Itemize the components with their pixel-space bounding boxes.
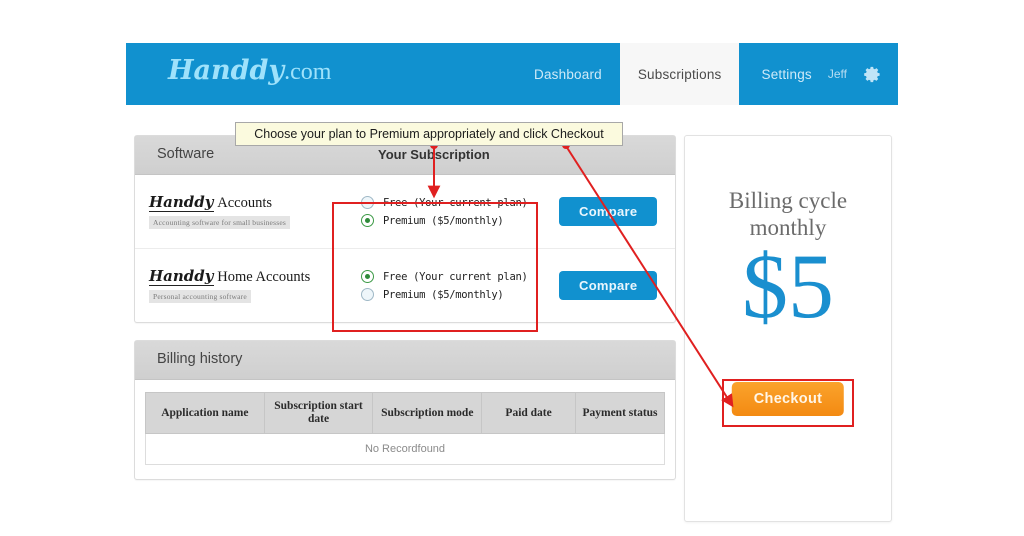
checkout-button[interactable]: Checkout [731, 382, 845, 416]
billing-price: $5 [742, 235, 834, 337]
page-content: Software Your Subscription Handdy Accoun… [126, 105, 898, 536]
nav-item-dashboard[interactable]: Dashboard [516, 43, 620, 105]
app-page: Handdy.com Dashboard Subscriptions Setti… [126, 43, 898, 536]
compare-button[interactable]: Compare [559, 197, 658, 226]
compare-action-cell: Compare [553, 271, 675, 300]
plan-option-free[interactable]: Free (Your current plan) [361, 196, 553, 209]
column-subscription-mode: Subscription mode [372, 391, 483, 435]
nav-right-group: Settings Jeff [739, 43, 898, 105]
software-logo-line: Handdy Accounts [149, 193, 345, 212]
billing-history-body: Application name Subscription start date… [135, 380, 675, 479]
billing-cycle-line1: Billing cycle [728, 188, 848, 213]
column-application-name: Application name [145, 391, 265, 435]
radio-free-icon[interactable] [361, 270, 374, 283]
plan-option-premium-label: Premium ($5/monthly) [383, 288, 504, 301]
plan-options-group: Free (Your current plan) Premium ($5/mon… [345, 265, 553, 306]
software-logo-name: Home Accounts [217, 269, 311, 285]
plan-options-group: Free (Your current plan) Premium ($5/mon… [345, 191, 553, 232]
software-logo-script: Handdy [149, 193, 214, 212]
plan-option-premium-label: Premium ($5/monthly) [383, 214, 504, 227]
empty-state-message: No Recordfound [145, 433, 665, 466]
billing-history-title: Billing history [157, 351, 243, 367]
software-logo-line: Handdy Home Accounts [149, 267, 345, 286]
plan-option-free[interactable]: Free (Your current plan) [361, 270, 553, 283]
column-subscription-start-date: Subscription start date [263, 391, 374, 435]
software-column-header: Software [157, 146, 215, 162]
table-row: No Recordfound [145, 433, 665, 466]
compare-action-cell: Compare [553, 197, 675, 226]
column-payment-status: Payment status [575, 391, 665, 435]
top-navbar: Handdy.com Dashboard Subscriptions Setti… [126, 43, 898, 105]
software-logo-handdy-accounts: Handdy Accounts Accounting software for … [135, 193, 345, 230]
software-tagline: Personal accounting software [149, 290, 251, 303]
table-row: Handdy Home Accounts Personal accounting… [135, 249, 675, 322]
plan-option-free-label: Free (Your current plan) [383, 196, 528, 209]
subscription-panel: Software Your Subscription Handdy Accoun… [134, 135, 676, 323]
software-tagline: Accounting software for small businesses [149, 216, 290, 229]
billing-history-panel: Billing history Application name Subscri… [134, 340, 676, 481]
software-logo-handdy-home-accounts: Handdy Home Accounts Personal accounting… [135, 267, 345, 304]
software-logo-script: Handdy [149, 267, 214, 286]
brand-script-text: Handdy [168, 55, 285, 86]
radio-premium-icon[interactable] [361, 288, 374, 301]
table-row: Handdy Accounts Accounting software for … [135, 175, 675, 249]
billing-cycle-title: Billing cycle monthly [685, 188, 891, 242]
nav-item-dashboard-label: Dashboard [534, 66, 602, 82]
nav-item-settings[interactable]: Settings [761, 67, 811, 82]
radio-premium-icon[interactable] [361, 214, 374, 227]
radio-free-icon[interactable] [361, 196, 374, 209]
column-paid-date: Paid date [481, 391, 577, 435]
compare-button[interactable]: Compare [559, 271, 658, 300]
table-header-row: Application name Subscription start date… [145, 391, 665, 435]
billing-history-table: Application name Subscription start date… [145, 391, 665, 466]
brand-suffix-text: .com [284, 59, 332, 85]
plan-option-premium[interactable]: Premium ($5/monthly) [361, 288, 553, 301]
nav-item-subscriptions-label: Subscriptions [637, 66, 722, 82]
left-column: Software Your Subscription Handdy Accoun… [134, 135, 676, 497]
nav-item-settings-label: Settings [761, 66, 812, 82]
brand-logo[interactable]: Handdy.com [168, 55, 331, 86]
billing-sidebar: Billing cycle monthly $5 Checkout [684, 135, 892, 522]
plan-option-premium[interactable]: Premium ($5/monthly) [361, 214, 553, 227]
annotation-tooltip: Choose your plan to Premium appropriatel… [235, 122, 623, 146]
billing-history-header: Billing history [135, 341, 675, 380]
plan-option-free-label: Free (Your current plan) [383, 270, 528, 283]
nav-item-subscriptions[interactable]: Subscriptions [619, 43, 740, 105]
your-subscription-column-header: Your Subscription [378, 147, 490, 162]
gear-icon[interactable] [863, 65, 882, 84]
nav-user-name[interactable]: Jeff [828, 67, 847, 81]
software-logo-name: Accounts [217, 195, 273, 211]
nav-items: Dashboard Subscriptions Settings Jeff [516, 43, 898, 105]
